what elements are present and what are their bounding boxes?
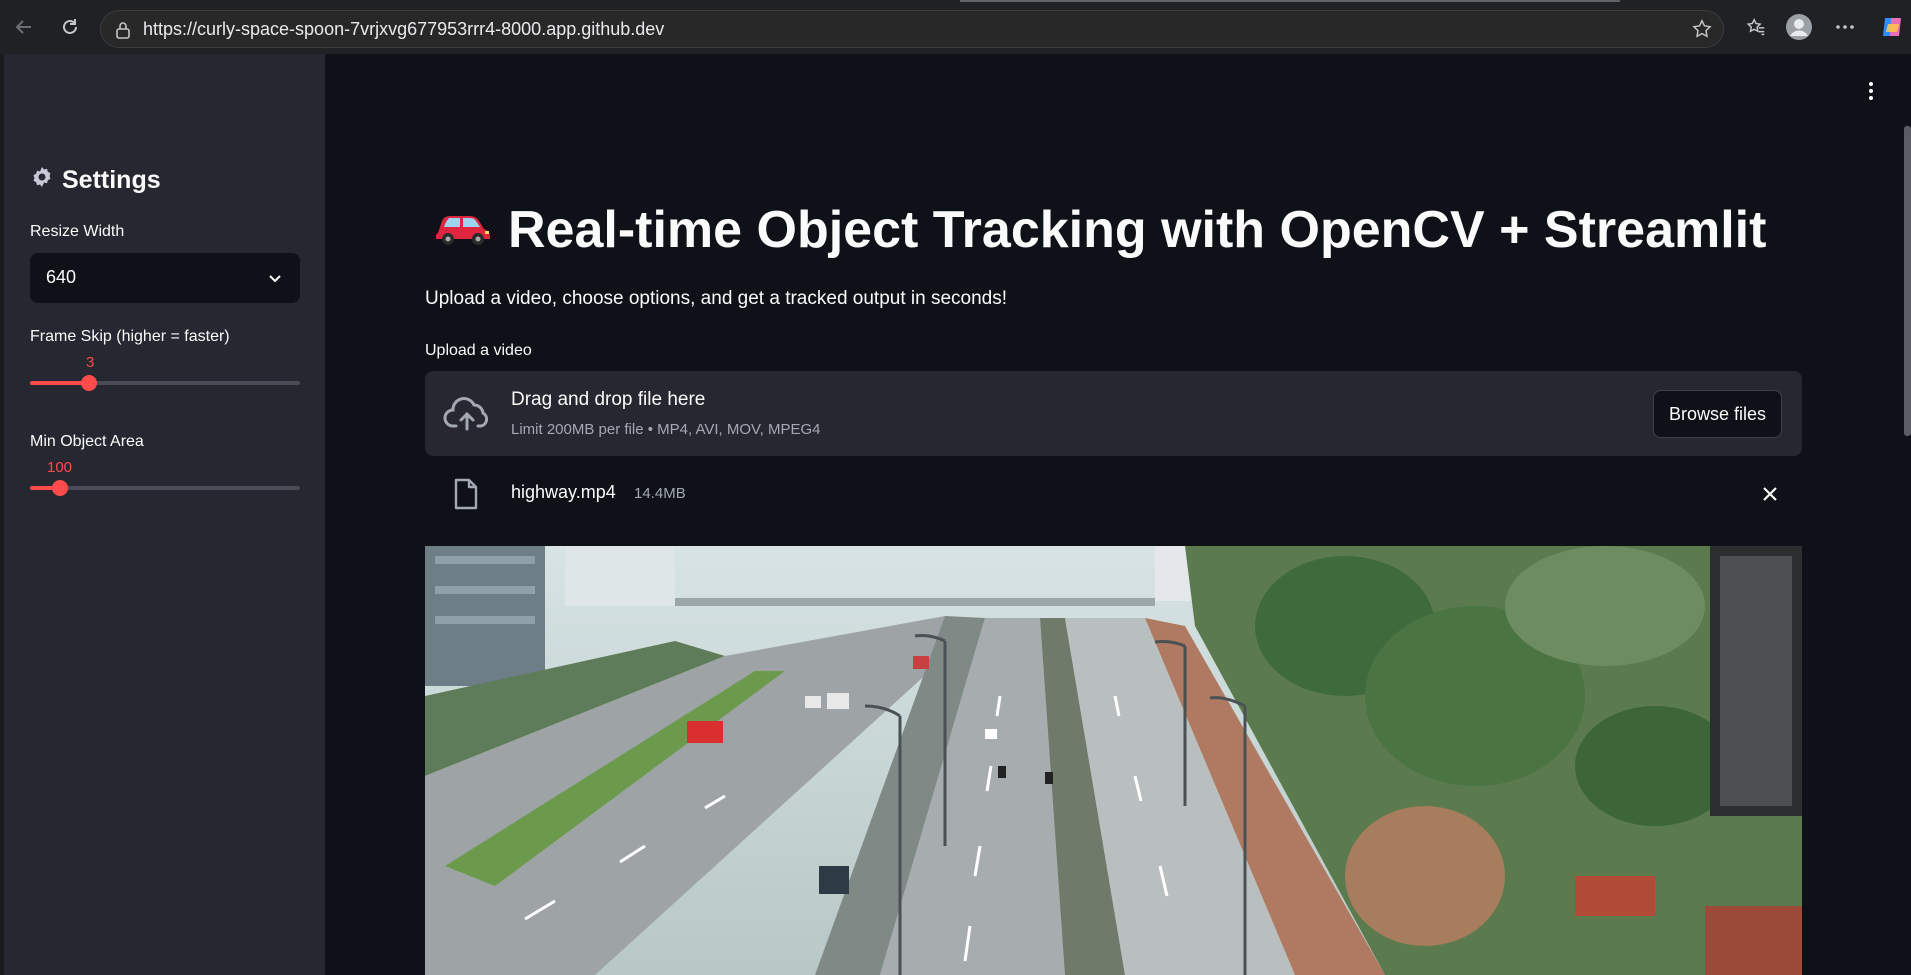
- url-text[interactable]: https://curly-space-spoon-7vrjxvg677953r…: [143, 19, 664, 40]
- more-options-icon[interactable]: [1829, 11, 1861, 43]
- min-area-value: 100: [47, 459, 73, 476]
- sidebar-title: Settings: [62, 166, 161, 194]
- resize-width-label: Resize Width: [30, 223, 125, 240]
- car-icon: [432, 200, 492, 260]
- dropzone-limit: Limit 200MB per file • MP4, AVI, MOV, MP…: [511, 421, 821, 438]
- remove-file-close-icon[interactable]: [1760, 484, 1780, 509]
- frame-skip-slider[interactable]: [30, 375, 300, 391]
- upload-label: Upload a video: [425, 342, 532, 359]
- profile-avatar-icon[interactable]: [1783, 11, 1815, 43]
- page-subtitle: Upload a video, choose options, and get …: [425, 288, 1008, 309]
- tab-strip-edge: [960, 0, 1620, 2]
- browse-files-button[interactable]: Browse files: [1652, 390, 1782, 438]
- back-icon[interactable]: [8, 11, 40, 43]
- highway-scene-image: [425, 546, 1802, 975]
- file-dropzone[interactable]: Drag and drop file here Limit 200MB per …: [425, 371, 1802, 456]
- video-preview[interactable]: [425, 546, 1802, 975]
- file-icon: [453, 478, 479, 515]
- min-area-label: Min Object Area: [30, 433, 144, 450]
- page-title-text: Real-time Object Tracking with OpenCV + …: [508, 201, 1767, 259]
- site-info-icon[interactable]: [115, 21, 131, 44]
- min-area-thumb[interactable]: [52, 480, 68, 496]
- sidebar-header: Settings: [30, 165, 161, 196]
- file-name: highway.mp4: [511, 482, 616, 502]
- page-title: Real-time Object Tracking with OpenCV + …: [432, 200, 1766, 260]
- resize-width-value: 640: [46, 267, 77, 287]
- address-bar[interactable]: https://curly-space-spoon-7vrjxvg677953r…: [100, 10, 1724, 48]
- favorites-icon[interactable]: [1740, 11, 1772, 43]
- uploaded-file-row: highway.mp4 14.4MB: [425, 470, 1802, 520]
- gear-icon: [30, 165, 54, 196]
- reload-icon[interactable]: [54, 11, 86, 43]
- dropzone-title: Drag and drop file here: [511, 389, 706, 410]
- frame-skip-value: 3: [86, 354, 95, 371]
- min-area-slider[interactable]: [30, 480, 300, 496]
- chevron-down-icon[interactable]: [266, 269, 284, 292]
- scrollbar-thumb[interactable]: [1904, 126, 1911, 436]
- browser-toolbar: https://curly-space-spoon-7vrjxvg677953r…: [0, 0, 1911, 54]
- bookmark-star-icon[interactable]: [1691, 18, 1713, 45]
- app-menu-icon[interactable]: [1866, 80, 1876, 107]
- resize-width-select[interactable]: 640: [30, 253, 300, 303]
- frame-skip-label: Frame Skip (higher = faster): [30, 328, 230, 345]
- cloud-upload-icon: [443, 395, 491, 438]
- copilot-icon[interactable]: [1876, 11, 1908, 43]
- file-size: 14.4MB: [634, 485, 686, 502]
- frame-skip-thumb[interactable]: [81, 375, 97, 391]
